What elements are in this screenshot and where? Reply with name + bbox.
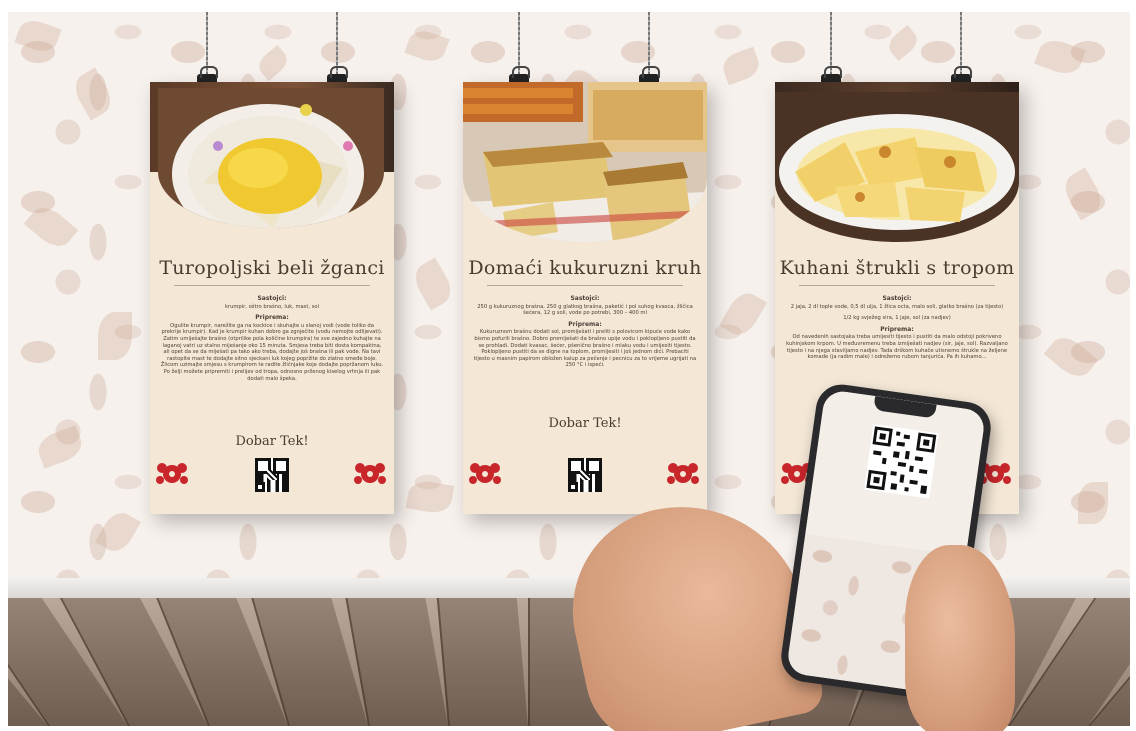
qr-code-icon[interactable] <box>255 458 289 492</box>
ingredients-heading: Sastojci: <box>257 295 287 302</box>
title-divider <box>174 285 370 286</box>
preparation-heading: Priprema: <box>568 320 602 328</box>
filling-ingredients-text: 1/2 kg svježeg sira, 1 jaje, sol (za nad… <box>843 315 951 322</box>
dish-photo <box>158 88 384 228</box>
hanging-wire <box>518 12 520 74</box>
qr-code-icon[interactable] <box>864 424 939 499</box>
hanging-wire <box>336 12 338 74</box>
poster-title: Turopoljski beli žganci <box>159 257 385 279</box>
ingredients-heading: Sastojci: <box>882 295 912 302</box>
scene: Turopoljski beli žganci Sastojci: krumpi… <box>0 0 1136 731</box>
hanging-wire <box>648 12 650 74</box>
hanging-wire <box>206 12 208 74</box>
closing-text: Dobar Tek! <box>235 434 309 449</box>
ingredients-text: 250 g kukuruznog brašna, 250 g glatkog b… <box>477 303 693 317</box>
preparation-text: Ogulite krumpir, narežite ga na kockice … <box>160 322 384 382</box>
hanging-wire <box>830 12 832 74</box>
red-flower-ornament-icon <box>667 463 699 484</box>
preparation-heading: Priprema: <box>255 314 289 322</box>
zganci-plate-image <box>158 88 384 228</box>
recipe-body: Sastojci: krumpir, oštro brašno, luk, ma… <box>160 295 384 387</box>
poster-title: Domaći kukuruzni kruh <box>468 257 702 279</box>
dish-photo <box>775 92 1019 242</box>
recipe-body: Sastojci: 2 jaja, 2 dl tople vode, 0,5 d… <box>785 295 1009 366</box>
dish-photo <box>463 82 707 242</box>
ingredients-text: 2 jaja, 2 dl tople vode, 0,5 dl ulja, 1 … <box>790 303 1004 310</box>
poster-turopoljski: Turopoljski beli žganci Sastojci: krumpi… <box>150 82 394 514</box>
ingredients-heading: Sastojci: <box>570 295 600 302</box>
hanging-wire <box>960 12 962 74</box>
right-hand <box>905 545 1015 731</box>
preparation-text: Od navedenih sastojaka treba umijesiti t… <box>786 334 1008 361</box>
red-flower-ornament-icon <box>354 463 386 484</box>
ingredients-text: krumpir, oštro brašno, luk, mast, sol <box>224 303 320 310</box>
poster-kukuruzni-kruh: Domaći kukuruzni kruh Sastojci: 250 g ku… <box>463 82 707 514</box>
recipe-body: Sastojci: 250 g kukuruznog brašna, 250 g… <box>473 295 697 374</box>
poster-title: Kuhani štrukli s tropom <box>779 257 1015 279</box>
title-divider <box>487 285 683 286</box>
cornbread-image <box>463 82 707 242</box>
red-flower-ornament-icon <box>469 463 501 484</box>
title-divider <box>799 285 995 286</box>
red-flower-ornament-icon <box>156 463 188 484</box>
strukli-plate-image <box>775 92 1019 242</box>
preparation-heading: Priprema: <box>880 325 914 333</box>
preparation-text: Kukuruznom brašnu dodati sol, promiješat… <box>473 329 697 369</box>
closing-text: Dobar Tek! <box>548 416 622 431</box>
qr-code-icon[interactable] <box>568 458 602 492</box>
